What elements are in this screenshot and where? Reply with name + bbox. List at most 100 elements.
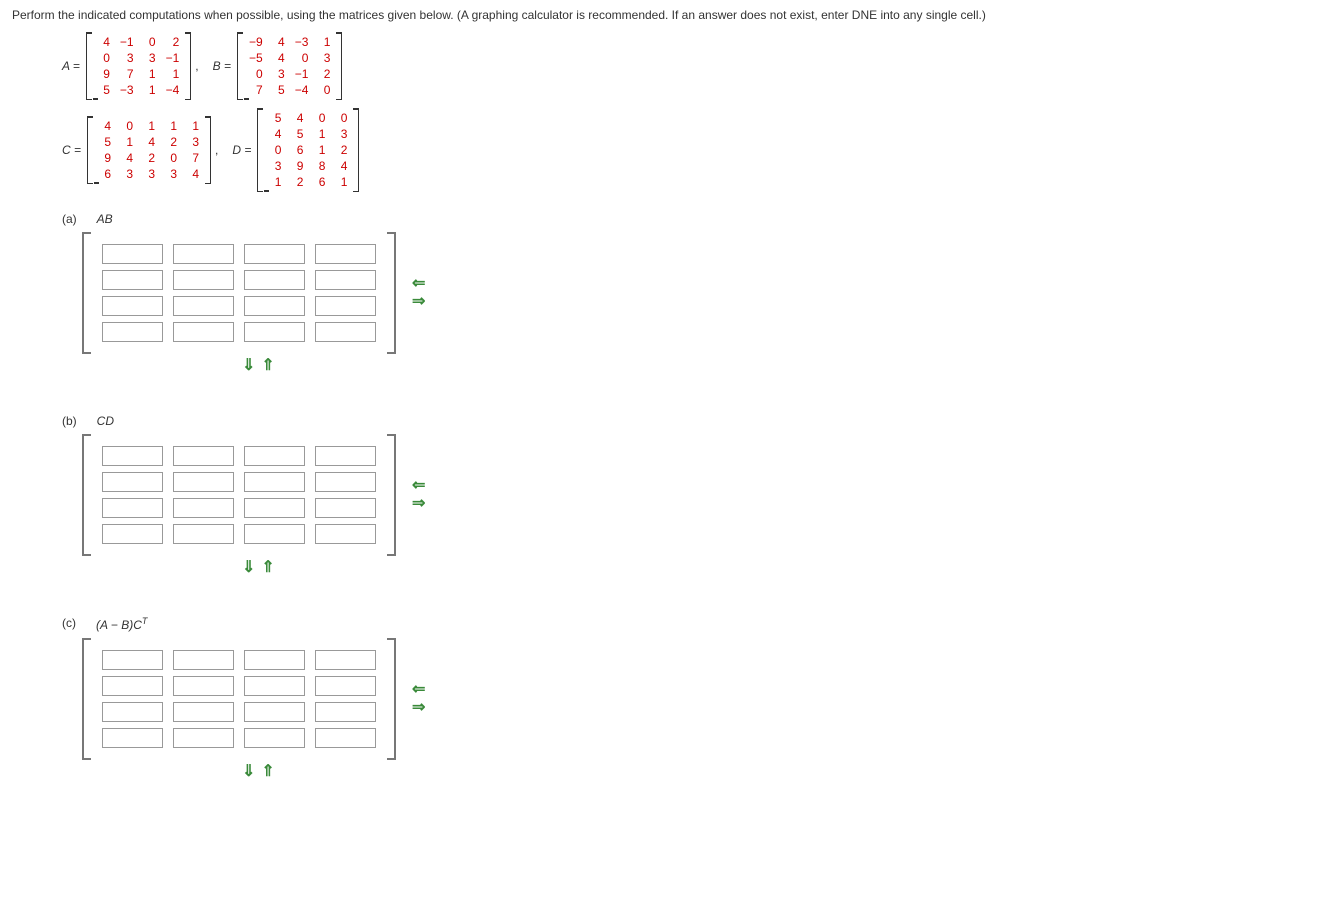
answer-cell-input[interactable] <box>102 498 163 518</box>
add-row-icon[interactable]: ⇓ <box>242 764 255 780</box>
matrix-cell: 0 <box>330 110 352 126</box>
matrix-cell: 4 <box>94 118 116 134</box>
answer-cell-input[interactable] <box>315 296 376 316</box>
answer-cell-input[interactable] <box>102 728 163 748</box>
matrix-cell: 3 <box>264 158 286 174</box>
matrix-cell: 1 <box>160 118 182 134</box>
answer-cell-input[interactable] <box>244 650 305 670</box>
answer-matrix-a <box>82 232 396 354</box>
matrix-cell: 0 <box>308 110 330 126</box>
remove-row-icon[interactable]: ⇑ <box>261 358 274 374</box>
separator-comma: , <box>195 59 198 73</box>
answer-cell-input[interactable] <box>173 322 234 342</box>
answer-cell-input[interactable] <box>244 524 305 544</box>
answer-cell-input[interactable] <box>173 244 234 264</box>
answer-cell-input[interactable] <box>173 650 234 670</box>
remove-row-icon[interactable]: ⇑ <box>261 560 274 576</box>
part-c-expression: (A − B)CT <box>96 616 147 632</box>
answer-cell-input[interactable] <box>102 446 163 466</box>
remove-row-icon[interactable]: ⇑ <box>261 764 274 780</box>
answer-cell-input[interactable] <box>102 676 163 696</box>
matrix-cell: 7 <box>115 66 139 82</box>
answer-cell-input[interactable] <box>173 524 234 544</box>
row-resize-controls: ⇓ ⇑ <box>242 764 425 780</box>
matrix-cell: 3 <box>313 50 335 66</box>
answer-cell-input[interactable] <box>173 472 234 492</box>
answer-cell-input[interactable] <box>244 446 305 466</box>
answer-cell-input[interactable] <box>102 322 163 342</box>
answer-cell-input[interactable] <box>173 498 234 518</box>
matrix-cell: 7 <box>182 150 204 166</box>
answer-cell-input[interactable] <box>315 270 376 290</box>
answer-cell-input[interactable] <box>102 244 163 264</box>
matrix-B-label: B = <box>213 59 231 73</box>
matrix-cell: 1 <box>138 118 160 134</box>
matrix-cell: −3 <box>290 34 314 50</box>
add-row-icon[interactable]: ⇓ <box>242 560 255 576</box>
matrix-cell: 9 <box>286 158 308 174</box>
add-column-icon[interactable]: ⇒ <box>412 700 425 716</box>
answer-cell-input[interactable] <box>244 702 305 722</box>
remove-column-icon[interactable]: ⇐ <box>412 478 425 494</box>
matrix-cell: 4 <box>264 126 286 142</box>
add-row-icon[interactable]: ⇓ <box>242 358 255 374</box>
matrix-cell: 2 <box>160 134 182 150</box>
answer-cell-input[interactable] <box>102 650 163 670</box>
answer-cell-input[interactable] <box>102 702 163 722</box>
answer-cell-input[interactable] <box>315 702 376 722</box>
answer-cell-input[interactable] <box>315 472 376 492</box>
matrix-cell: 6 <box>308 174 330 190</box>
matrix-cell: 7 <box>244 82 268 98</box>
matrix-cell: 1 <box>116 134 138 150</box>
answer-cell-input[interactable] <box>315 322 376 342</box>
answer-cell-input[interactable] <box>173 702 234 722</box>
answer-cell-input[interactable] <box>244 676 305 696</box>
matrix-cell: 3 <box>139 50 161 66</box>
matrix-cell: −3 <box>115 82 139 98</box>
answer-cell-input[interactable] <box>102 524 163 544</box>
answer-cell-input[interactable] <box>315 244 376 264</box>
answer-cell-input[interactable] <box>315 728 376 748</box>
answer-cell-input[interactable] <box>173 446 234 466</box>
remove-column-icon[interactable]: ⇐ <box>412 276 425 292</box>
add-column-icon[interactable]: ⇒ <box>412 496 425 512</box>
answer-cell-input[interactable] <box>173 676 234 696</box>
add-column-icon[interactable]: ⇒ <box>412 294 425 310</box>
answer-cell-input[interactable] <box>244 322 305 342</box>
matrix-cell: 2 <box>330 142 352 158</box>
part-b-expression: CD <box>97 414 114 428</box>
matrix-C: 40111514239420763334 <box>87 116 211 184</box>
answer-cell-input[interactable] <box>315 676 376 696</box>
answer-cell-input[interactable] <box>315 446 376 466</box>
answer-cell-input[interactable] <box>102 270 163 290</box>
matrix-A: 4−102033−197115−31−4 <box>86 32 191 100</box>
answer-cell-input[interactable] <box>102 296 163 316</box>
answer-cell-input[interactable] <box>315 498 376 518</box>
answer-cell-input[interactable] <box>244 498 305 518</box>
matrix-cell: 8 <box>308 158 330 174</box>
answer-cell-input[interactable] <box>244 728 305 748</box>
answer-cell-input[interactable] <box>244 270 305 290</box>
answer-cell-input[interactable] <box>102 472 163 492</box>
matrix-cell: 0 <box>116 118 138 134</box>
matrix-cell: 1 <box>330 174 352 190</box>
answer-cell-input[interactable] <box>173 296 234 316</box>
matrix-cell: 4 <box>182 166 204 182</box>
answer-cell-input[interactable] <box>315 524 376 544</box>
answer-cell-input[interactable] <box>173 270 234 290</box>
matrix-cell: 3 <box>268 66 290 82</box>
instruction-text: Perform the indicated computations when … <box>12 8 1331 22</box>
matrix-cell: 2 <box>161 34 185 50</box>
answer-cell-input[interactable] <box>244 244 305 264</box>
column-resize-controls: ⇐ ⇒ <box>412 276 425 310</box>
remove-column-icon[interactable]: ⇐ <box>412 682 425 698</box>
matrix-cell: 1 <box>308 142 330 158</box>
matrix-cell: 6 <box>94 166 116 182</box>
matrix-cell: −4 <box>161 82 185 98</box>
matrix-cell: 5 <box>93 82 115 98</box>
matrix-cell: 3 <box>330 126 352 142</box>
answer-cell-input[interactable] <box>173 728 234 748</box>
answer-cell-input[interactable] <box>244 472 305 492</box>
answer-cell-input[interactable] <box>244 296 305 316</box>
answer-cell-input[interactable] <box>315 650 376 670</box>
